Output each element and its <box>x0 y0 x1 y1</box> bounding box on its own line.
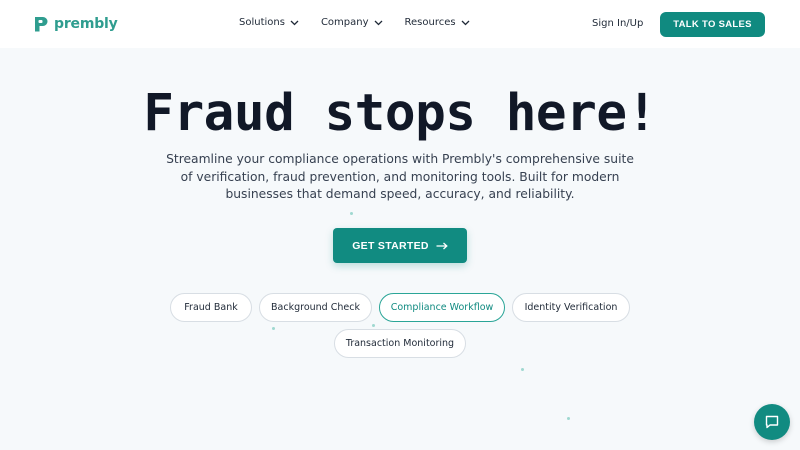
talk-to-sales-button[interactable]: TALK TO SALES <box>660 12 765 37</box>
pill-identity-verification[interactable]: Identity Verification <box>512 293 630 322</box>
nav-item-label: Company <box>320 17 369 28</box>
hero-title: Fraud stops here! <box>143 84 657 143</box>
pill-fraud-bank[interactable]: Fraud Bank <box>170 293 252 322</box>
arrow-right-icon <box>436 242 448 250</box>
chat-bubble-icon <box>764 414 780 430</box>
decorative-dot <box>567 417 570 420</box>
nav-item-company[interactable]: Company <box>321 17 383 28</box>
pill-transaction-monitoring[interactable]: Transaction Monitoring <box>334 329 466 358</box>
nav-item-resources[interactable]: Resources <box>405 17 470 28</box>
top-navbar: prembly Solutions Company Resources Sign… <box>0 0 800 48</box>
nav-item-label: Resources <box>404 17 456 28</box>
decorative-dot <box>521 368 524 371</box>
brand-name: prembly <box>54 16 118 32</box>
brand-logo[interactable]: prembly <box>34 14 118 34</box>
pill-background-check[interactable]: Background Check <box>259 293 372 322</box>
pill-compliance-workflow[interactable]: Compliance Workflow <box>379 293 505 322</box>
nav-item-label: Solutions <box>239 17 285 28</box>
chevron-down-icon <box>374 20 383 26</box>
get-started-button[interactable]: GET STARTED <box>333 228 467 263</box>
decorative-dot <box>272 327 275 330</box>
chevron-down-icon <box>290 20 299 26</box>
nav-item-solutions[interactable]: Solutions <box>239 17 299 28</box>
decorative-dot <box>372 324 375 327</box>
chat-launcher-button[interactable] <box>754 404 790 440</box>
get-started-label: GET STARTED <box>352 239 429 252</box>
prembly-logo-icon <box>34 16 48 33</box>
sign-in-link[interactable]: Sign In/Up <box>592 18 643 29</box>
chevron-down-icon <box>461 20 470 26</box>
hero-subtitle: Streamline your compliance operations wi… <box>166 152 634 201</box>
main-nav: Solutions Company Resources <box>239 17 470 28</box>
decorative-dot <box>350 212 353 215</box>
